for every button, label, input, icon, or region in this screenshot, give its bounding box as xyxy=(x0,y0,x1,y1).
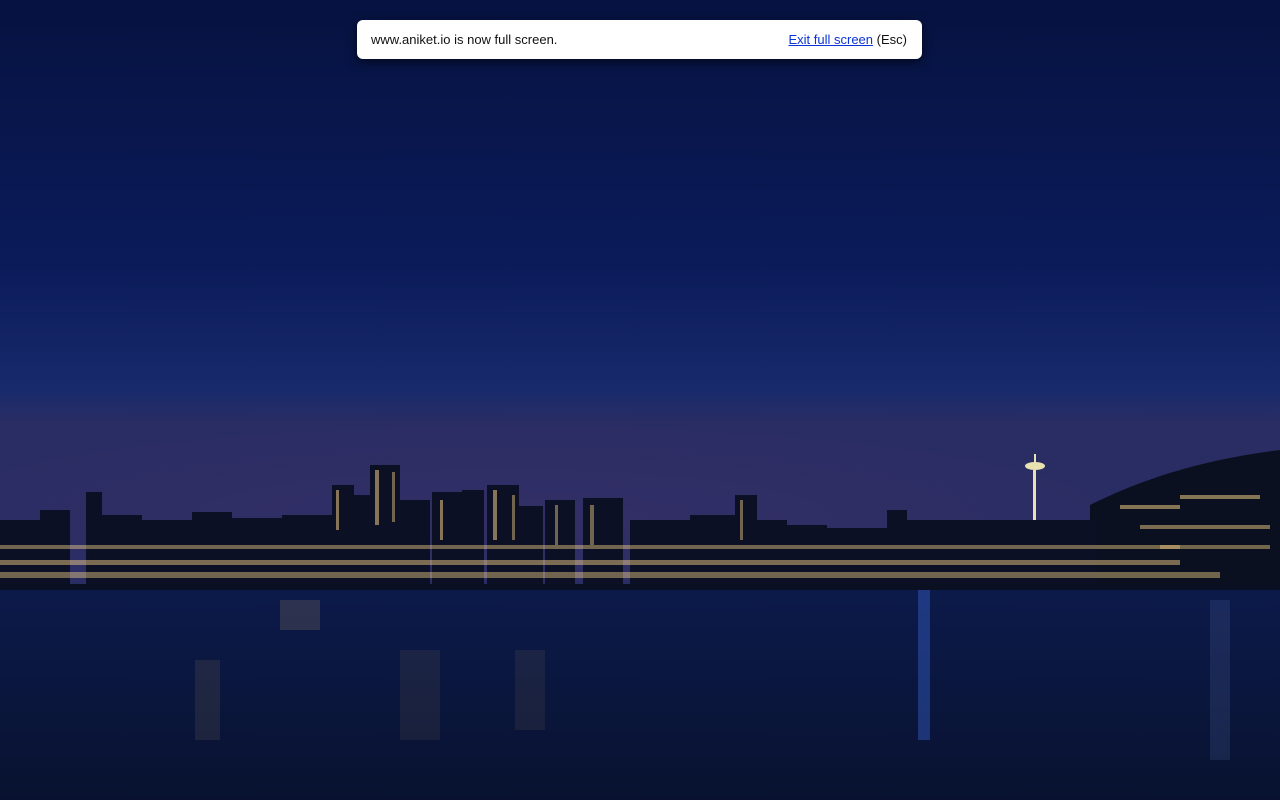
esc-shortcut-hint: (Esc) xyxy=(876,32,907,47)
banner-actions: Exit full screen (Esc) xyxy=(788,32,907,47)
fullscreen-notification-banner: www.aniket.io is now full screen. Exit f… xyxy=(357,20,922,59)
lake-water xyxy=(0,590,1280,800)
background-photo xyxy=(0,0,1280,800)
exit-fullscreen-link[interactable]: Exit full screen xyxy=(788,32,873,47)
fullscreen-viewport: www.aniket.io is now full screen. Exit f… xyxy=(0,0,1280,800)
fullscreen-message: www.aniket.io is now full screen. xyxy=(371,32,558,47)
